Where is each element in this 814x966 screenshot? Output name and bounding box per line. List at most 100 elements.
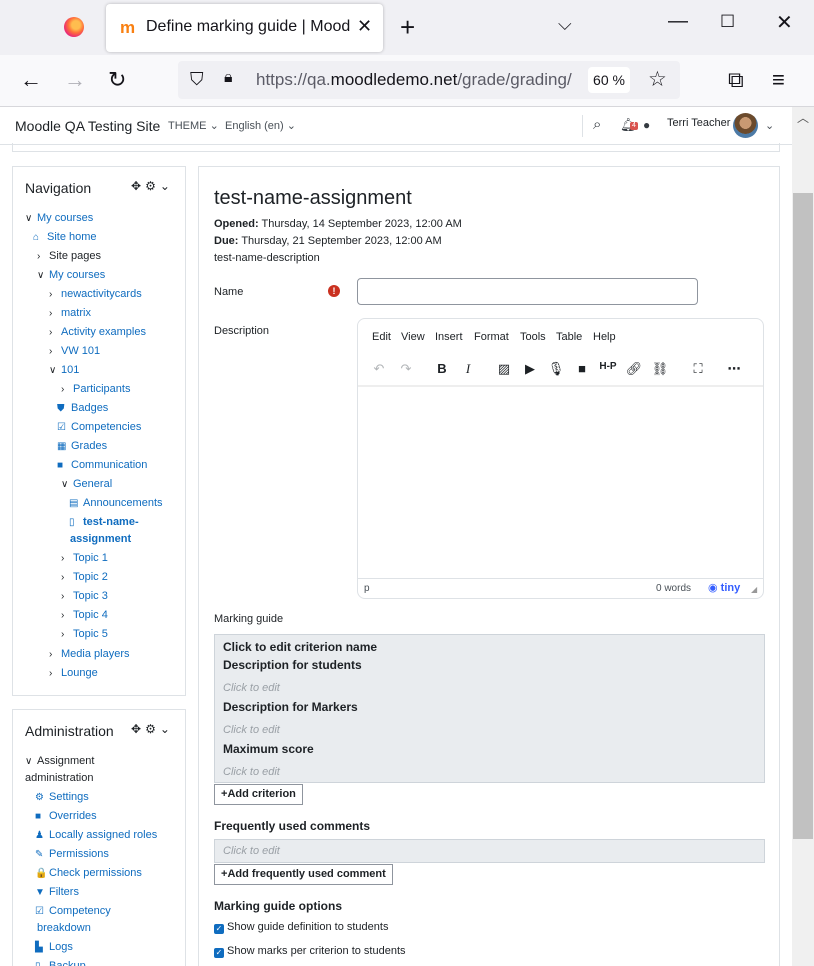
maximize-window-icon[interactable]: ☐	[720, 12, 735, 32]
criterion-name[interactable]: Click to edit criterion name	[223, 640, 377, 654]
description-for-markers-edit[interactable]: Click to edit	[223, 724, 280, 736]
editor-menu-help[interactable]: Help	[593, 331, 616, 343]
editor-menu-table[interactable]: Table	[556, 331, 582, 343]
add-criterion-button[interactable]: +Add criterion	[214, 784, 303, 805]
tree-item-test-name[interactable]: ▯ test-name-	[69, 514, 139, 531]
record-audio-microphone-icon[interactable]: 🎙︎	[546, 361, 566, 377]
browser-tab-active[interactable]: m Define marking guide | Moodle QA ✕	[106, 4, 383, 52]
gear-icon[interactable]: ⚙	[145, 722, 160, 736]
tree-item-media-players[interactable]: › Media players	[49, 646, 129, 663]
tree-item-my-courses[interactable]: ∨ My courses	[37, 267, 105, 284]
tree-item-check-permissions[interactable]: 🔒 Check permissions	[35, 865, 142, 882]
user-name[interactable]: Terri Teacher	[667, 117, 730, 129]
tree-item-site-pages[interactable]: › Site pages	[37, 248, 101, 265]
url-bar[interactable]: ⛉ 🔒︎ https://qa.moodledemo.net/grade/gra…	[178, 61, 680, 99]
name-input[interactable]	[357, 278, 698, 305]
zoom-level-button[interactable]: 60 %	[588, 67, 630, 93]
chevron-right-icon[interactable]: ›	[49, 343, 61, 360]
editor-menu-edit[interactable]: Edit	[372, 331, 391, 343]
messages-chat-icon[interactable]: ●	[643, 118, 650, 132]
editor-menu-view[interactable]: View	[401, 331, 425, 343]
rich-text-editor[interactable]: Edit View Insert Format Tools Table Help…	[357, 318, 764, 599]
tree-item-participants[interactable]: › Participants	[61, 381, 130, 398]
description-for-students-edit[interactable]: Click to edit	[223, 682, 280, 694]
tree-item-activity-examples[interactable]: › Activity examples	[49, 324, 146, 341]
checkbox-checked-icon[interactable]: ✓	[214, 948, 224, 958]
site-name[interactable]: Moodle QA Testing Site	[15, 118, 160, 134]
block-controls[interactable]: ✥⚙⌄	[131, 722, 174, 736]
chevron-down-icon[interactable]: ⌄	[160, 179, 174, 193]
back-icon[interactable]: ←	[20, 67, 42, 93]
tree-item-overrides[interactable]: ■ Overrides	[35, 808, 97, 825]
new-tab-button[interactable]: +	[400, 12, 415, 43]
chevron-down-icon[interactable]: ∨	[25, 210, 37, 227]
tree-item-communication[interactable]: ■ Communication	[57, 457, 147, 474]
move-icon[interactable]: ✥	[131, 179, 145, 193]
tree-item-assignment[interactable]: ∨ Assignment	[25, 753, 94, 770]
tree-item-settings[interactable]: ⚙ Settings	[35, 789, 89, 806]
chevron-down-icon[interactable]: ∨	[61, 476, 73, 493]
chevron-right-icon[interactable]: ›	[61, 381, 73, 398]
minimize-window-icon[interactable]: —	[668, 10, 688, 33]
tree-item-site-home[interactable]: ⌂ Site home	[33, 229, 97, 246]
tree-item-newactivitycards[interactable]: › newactivitycards	[49, 286, 142, 303]
bookmark-star-icon[interactable]: ☆	[648, 67, 667, 92]
comment-edit[interactable]: Click to edit	[223, 845, 280, 857]
word-count[interactable]: 0 words	[656, 583, 691, 594]
chevron-right-icon[interactable]: ›	[49, 305, 61, 322]
scroll-up-arrow-icon[interactable]: ︿	[797, 109, 809, 126]
tree-item-competencies[interactable]: ☑ Competencies	[57, 419, 141, 436]
tree-item-my-courses[interactable]: ∨ My courses	[25, 210, 93, 227]
user-menu-chevron-down-icon[interactable]: ⌄	[765, 119, 774, 132]
chevron-right-icon[interactable]: ›	[61, 550, 73, 567]
option-show-marks-per-criterion[interactable]: ✓ Show marks per criterion to students	[214, 945, 406, 958]
theme-menu[interactable]: THEME ⌄	[168, 119, 219, 132]
app-menu-icon[interactable]: ≡	[772, 67, 785, 93]
chevron-right-icon[interactable]: ›	[61, 569, 73, 586]
chevron-right-icon[interactable]: ›	[49, 646, 61, 663]
chevron-right-icon[interactable]: ›	[49, 324, 61, 341]
tree-item-general[interactable]: ∨ General	[61, 476, 112, 493]
move-icon[interactable]: ✥	[131, 722, 145, 736]
chevron-right-icon[interactable]: ›	[61, 588, 73, 605]
element-path[interactable]: p	[364, 583, 370, 594]
tree-item-grades[interactable]: ▦ Grades	[57, 438, 107, 455]
tree-item-topic-1[interactable]: › Topic 1	[61, 550, 108, 567]
tree-item-backup[interactable]: ▯Backup	[35, 958, 86, 966]
resize-handle-icon[interactable]: ◢	[751, 585, 757, 594]
chevron-right-icon[interactable]: ›	[49, 665, 61, 682]
close-window-icon[interactable]: ✕	[776, 10, 793, 35]
url-text[interactable]: https://qa.moodledemo.net/grade/grading/	[256, 70, 576, 90]
italic-icon[interactable]: I	[458, 361, 478, 377]
tree-item-competency[interactable]: ☑ Competency	[35, 903, 111, 920]
tab-close-icon[interactable]: ✕	[357, 16, 372, 37]
add-frequently-used-comment-button[interactable]: +Add frequently used comment	[214, 864, 393, 885]
tree-item-assignment[interactable]: assignment	[70, 531, 131, 548]
tree-item-logs[interactable]: ▙ Logs	[35, 939, 73, 956]
editor-menu-insert[interactable]: Insert	[435, 331, 463, 343]
option-show-guide-definition[interactable]: ✓ Show guide definition to students	[214, 921, 388, 934]
tree-item-announcements[interactable]: ▤ Announcements	[69, 495, 163, 512]
link-icon[interactable]: 🔗︎	[624, 361, 644, 377]
firefox-logo-icon[interactable]	[64, 17, 84, 37]
tiny-brand-logo[interactable]: ◉ tiny	[708, 581, 740, 594]
tree-item-topic-4[interactable]: › Topic 4	[61, 607, 108, 624]
list-all-tabs-icon[interactable]: ⌵	[558, 14, 572, 35]
insert-image-icon[interactable]: ▨	[494, 361, 514, 377]
tree-item-topic-2[interactable]: › Topic 2	[61, 569, 108, 586]
tree-item-administration[interactable]: administration	[25, 770, 93, 787]
chevron-down-icon[interactable]: ∨	[49, 362, 61, 379]
tree-item-filters[interactable]: ▼ Filters	[35, 884, 79, 901]
language-menu[interactable]: English (en) ⌄	[225, 119, 296, 132]
chevron-down-icon[interactable]: ∨	[37, 267, 49, 284]
chevron-right-icon[interactable]: ›	[61, 607, 73, 624]
bold-icon[interactable]: B	[432, 361, 452, 376]
tree-item-topic-3[interactable]: › Topic 3	[61, 588, 108, 605]
tree-item-badges[interactable]: ⛊ Badges	[57, 400, 108, 417]
undo-icon[interactable]: ↶	[369, 361, 389, 377]
fullscreen-icon[interactable]: ⛶	[688, 361, 708, 377]
page-scrollbar[interactable]: ︿	[792, 107, 814, 966]
extensions-icon[interactable]: ⧉	[728, 67, 744, 93]
chevron-right-icon[interactable]: ›	[37, 248, 49, 265]
editor-menu-tools[interactable]: Tools	[520, 331, 546, 343]
